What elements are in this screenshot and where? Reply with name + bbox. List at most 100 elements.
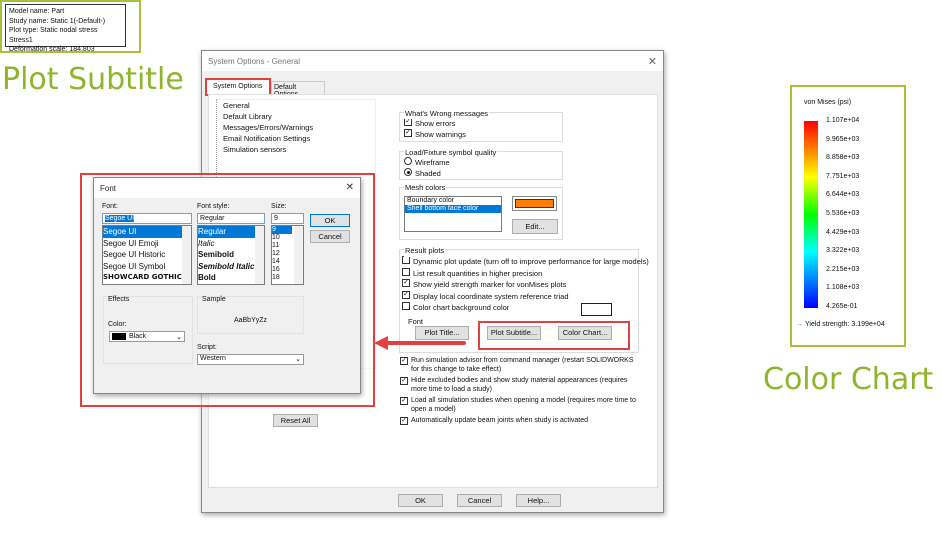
edit-button[interactable]: Edit... (512, 219, 558, 234)
font-cancel-button[interactable]: Cancel (310, 230, 350, 243)
close-icon[interactable]: ✕ (346, 182, 354, 193)
scrollbar[interactable] (294, 226, 303, 284)
tree-item-default-library[interactable]: Default Library (223, 111, 375, 122)
color-chart-example: von Mises (psi) 1.107e+04 9.965e+03 8.858e… (790, 85, 906, 347)
ok-button[interactable]: OK (398, 494, 443, 507)
show-warnings-checkbox[interactable]: ✓ Show warnings (404, 129, 558, 140)
hide-excluded-checkbox[interactable]: ✓ Hide excluded bodies and show study mat… (400, 377, 640, 397)
font-option[interactable]: Segoe UI (103, 226, 191, 238)
font-ok-button[interactable]: OK (310, 214, 350, 227)
font-label: Font: (102, 203, 118, 210)
color-select[interactable]: Black ⌄ (109, 331, 185, 342)
wireframe-radio[interactable]: Wireframe (404, 157, 558, 168)
tree-item-sensors[interactable]: Simulation sensors (223, 144, 375, 155)
subtitle-line: Plot type: Static nodal stress Stress1 (9, 27, 98, 44)
shaded-radio[interactable]: Shaded (404, 168, 558, 179)
size-input[interactable]: 9 (271, 213, 304, 224)
checkbox-checked-icon: ✓ (400, 377, 408, 385)
higher-precision-checkbox[interactable]: List result quantities in higher precisi… (402, 267, 636, 280)
cancel-button[interactable]: Cancel (457, 494, 502, 507)
plot-subtitle-example: Model name: Part Study name: Static 1(-D… (0, 0, 141, 53)
color-chart-tick: 7.751e+03 (826, 172, 860, 180)
plot-subtitle-caption: Plot Subtitle (2, 62, 184, 97)
checkbox-label: Automatically update beam joints when st… (411, 417, 589, 424)
radio-label: Wireframe (415, 158, 450, 167)
checkbox-label: Hide excluded bodies and show study mate… (411, 377, 628, 393)
list-item-boundary[interactable]: Boundary color (405, 197, 501, 205)
chevron-down-icon: ⌄ (176, 333, 182, 341)
sim-advisor-checkbox[interactable]: ✓ Run simulation advisor from command man… (400, 357, 640, 377)
color-chart-tick: 3.322e+03 (826, 247, 860, 255)
tree-item-general[interactable]: General (223, 100, 375, 111)
yield-marker-checkbox[interactable]: ✓ Show yield strength marker for vonMises… (402, 279, 636, 291)
script-select[interactable]: Western ⌄ (197, 354, 304, 365)
font-option[interactable]: Segoe UI Emoji (103, 238, 191, 250)
color-chart-tick: 1.107e+04 (826, 117, 860, 124)
checkbox-label: Dynamic plot update (turn off to improve… (413, 257, 649, 266)
font-option[interactable]: SHOWCARD GOTHIC (103, 272, 191, 284)
color-chart-button[interactable]: Color Chart... (558, 326, 612, 340)
font-dialog: Font ✕ Font: Segoe UI Segoe UI Segoe UI … (93, 177, 361, 394)
subtitle-line: Model name: Part (9, 8, 65, 15)
font-dialog-title: Font (94, 178, 360, 198)
style-list[interactable]: Regular Italic Semibold Semibold Italic … (197, 225, 265, 285)
dynamic-plot-checkbox[interactable]: Dynamic plot update (turn off to improve… (402, 256, 649, 268)
group-label: What's Wrong messages (404, 108, 489, 119)
checkbox-icon (402, 267, 410, 276)
font-option[interactable]: Segoe UI Symbol (103, 261, 191, 273)
group-label: Load/Fixture symbol quality (404, 147, 498, 158)
list-item-shell-bottom[interactable]: Shell bottom face color (405, 205, 501, 213)
checkbox-label: Load all simulation studies when opening… (411, 397, 636, 413)
color-chart-tick: 4.265e-01 (826, 303, 858, 310)
size-list[interactable]: 9 10 11 12 14 16 18 (271, 225, 304, 285)
radio-selected-icon (404, 168, 412, 176)
scrollbar[interactable] (255, 226, 264, 284)
checkbox-label: Show errors (415, 119, 456, 128)
chevron-down-icon: ⌄ (295, 356, 301, 363)
style-input[interactable]: Regular (197, 213, 265, 224)
plot-subtitle-button[interactable]: Plot Subtitle... (487, 326, 541, 340)
script-value: Western (200, 355, 226, 362)
mesh-colors-list[interactable]: Boundary color Shell bottom face color (404, 196, 502, 232)
load-fixture-group: Load/Fixture symbol quality Wireframe Sh… (399, 147, 563, 180)
style-label: Font style: (197, 203, 230, 210)
tree-item-messages[interactable]: Messages/Errors/Warnings (223, 122, 375, 133)
checkbox-checked-icon: ✓ (404, 118, 412, 126)
sample-label: Sample (202, 296, 226, 303)
color-value: Black (129, 333, 147, 340)
load-all-studies-checkbox[interactable]: ✓ Load all simulation studies when openin… (400, 397, 640, 417)
subtitle-box: Model name: Part Study name: Static 1(-D… (5, 4, 126, 53)
checkbox-label: Color chart background color (413, 303, 510, 312)
font-list[interactable]: Segoe UI Segoe UI Emoji Segoe UI Histori… (102, 225, 192, 285)
sample-text: AaBbYyZz (233, 317, 268, 324)
checkbox-checked-icon: ✓ (400, 417, 408, 425)
sample-group: Sample AaBbYyZz (197, 296, 304, 334)
chart-bg-color-swatch[interactable] (581, 303, 612, 316)
checkbox-label: Run simulation advisor from command mana… (411, 357, 634, 373)
checkbox-icon (402, 256, 410, 264)
arrow-left-icon (374, 336, 466, 350)
arrow-right-icon: → (796, 321, 803, 328)
color-label: Color: (108, 321, 127, 328)
triad-checkbox[interactable]: ✓ Display local coordinate system referen… (402, 290, 636, 303)
color-chart-tick: 2.215e+03 (826, 265, 860, 273)
font-input[interactable]: Segoe UI (102, 213, 192, 224)
yield-strength-marker: → Yield strength: 3.199e+04 (796, 321, 885, 328)
tab-default-options[interactable]: Default Options (271, 81, 325, 98)
tab-label: System Options (213, 83, 263, 90)
script-label: Script: (197, 344, 217, 351)
help-button[interactable]: Help... (516, 494, 561, 507)
beam-joints-checkbox[interactable]: ✓ Automatically update beam joints when s… (400, 417, 640, 426)
font-option[interactable]: Segoe UI Historic (103, 249, 191, 261)
close-icon[interactable]: ✕ (648, 55, 657, 68)
show-errors-checkbox[interactable]: ✓ Show errors (404, 118, 558, 129)
reset-all-button[interactable]: Reset All (273, 414, 318, 427)
scrollbar[interactable] (182, 226, 191, 284)
extra-options: ✓ Run simulation advisor from command man… (400, 357, 640, 426)
tree-item-email[interactable]: Email Notification Settings (223, 133, 375, 144)
size-option[interactable]: 9 (272, 226, 292, 234)
checkbox-checked-icon: ✓ (404, 129, 412, 137)
color-gradient-bar (804, 121, 818, 308)
mesh-color-swatch[interactable] (512, 196, 557, 211)
checkbox-checked-icon: ✓ (400, 397, 408, 405)
